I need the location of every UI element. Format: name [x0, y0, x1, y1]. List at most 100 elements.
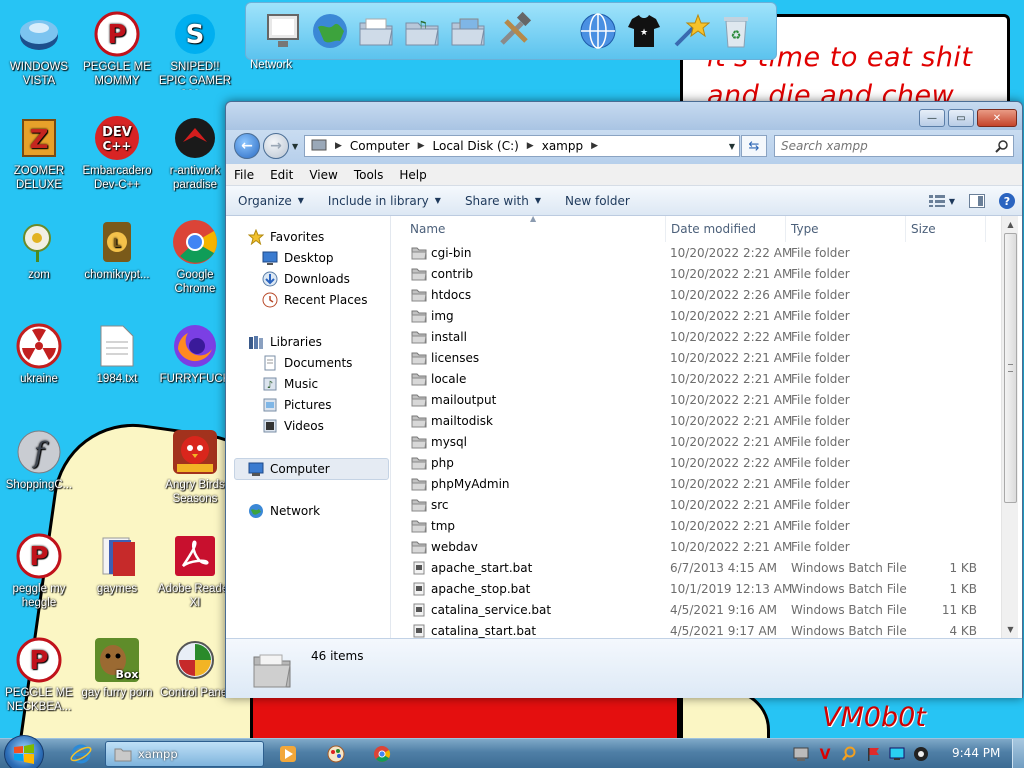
file-row[interactable]: cgi-bin 10/20/2022 2:22 AM File folder — [392, 243, 992, 264]
taskbar-chrome-button[interactable] — [366, 741, 398, 767]
file-row[interactable]: mailoutput 10/20/2022 2:21 AM File folder — [392, 390, 992, 411]
column-header-size[interactable]: Size — [906, 216, 986, 242]
menu-file[interactable]: File — [226, 168, 262, 182]
file-row[interactable]: htdocs 10/20/2022 2:26 AM File folder — [392, 285, 992, 306]
folder-pictures-icon[interactable] — [446, 7, 490, 55]
breadcrumb-computer[interactable]: Computer — [344, 139, 416, 153]
tray-flag[interactable] — [862, 741, 884, 767]
menu-tools[interactable]: Tools — [346, 168, 392, 182]
help-button[interactable]: ? — [992, 190, 1022, 212]
menu-edit[interactable]: Edit — [262, 168, 301, 182]
nav-computer[interactable]: Computer — [248, 459, 330, 479]
file-row[interactable]: contrib 10/20/2022 2:21 AM File folder — [392, 264, 992, 285]
file-row[interactable]: phpMyAdmin 10/20/2022 2:21 AM File folder — [392, 474, 992, 495]
desktop-icon-furry[interactable]: FURRYFUCK — [156, 322, 234, 386]
refresh-button[interactable]: ⇆ — [741, 135, 767, 157]
tshirt-icon[interactable]: ★ — [622, 7, 666, 55]
column-header-date[interactable]: Date modified — [666, 216, 786, 242]
file-row[interactable]: php 10/20/2022 2:22 AM File folder — [392, 453, 992, 474]
recycle-bin-icon[interactable]: ♻ — [714, 7, 758, 55]
tray-search[interactable] — [838, 741, 860, 767]
monitor-icon[interactable] — [262, 7, 306, 55]
desktop-icon-gay-furry[interactable]: Box gay furry porn — [78, 636, 156, 700]
organize-button[interactable]: Organize ▼ — [226, 194, 316, 208]
tools-icon[interactable] — [492, 7, 536, 55]
internet-icon[interactable] — [576, 7, 620, 55]
desktop-icon-shoppingc[interactable]: f ShoppingC... — [0, 428, 78, 492]
folder-music-icon[interactable]: ♫ — [400, 7, 444, 55]
nav-music[interactable]: ♪ Music — [262, 374, 318, 394]
file-row[interactable]: src 10/20/2022 2:21 AM File folder — [392, 495, 992, 516]
breadcrumb-separator[interactable]: ▶ — [525, 141, 536, 151]
folder-documents-icon[interactable] — [354, 7, 398, 55]
file-row[interactable]: webdav 10/20/2022 2:21 AM File folder — [392, 537, 992, 558]
search-box[interactable] — [774, 135, 1014, 157]
desktop-icon-control-panel[interactable]: Control Panel — [156, 636, 234, 700]
file-row[interactable]: mailtodisk 10/20/2022 2:21 AM File folder — [392, 411, 992, 432]
close-button[interactable]: ✕ — [977, 109, 1017, 127]
desktop-icon-gaymes[interactable]: gaymes — [78, 532, 156, 596]
file-row[interactable]: tmp 10/20/2022 2:21 AM File folder — [392, 516, 992, 537]
menu-view[interactable]: View — [301, 168, 345, 182]
breadcrumb-separator[interactable]: ▶ — [416, 141, 427, 151]
back-button[interactable]: ← — [234, 133, 260, 159]
nav-documents[interactable]: Documents — [262, 353, 352, 373]
desktop-icon-1984-txt[interactable]: 1984.txt — [78, 322, 156, 386]
search-icon[interactable] — [995, 139, 1009, 153]
nav-recent-places[interactable]: Recent Places — [262, 290, 367, 310]
tray-display[interactable] — [886, 741, 908, 767]
dock-network-label[interactable]: Network — [250, 59, 292, 71]
column-header-type[interactable]: Type — [786, 216, 906, 242]
preview-pane-button[interactable] — [962, 190, 992, 212]
desktop-icon-adobe-reader[interactable]: Adobe Reader XI — [156, 532, 234, 610]
new-folder-button[interactable]: New folder — [553, 194, 642, 208]
nav-downloads[interactable]: Downloads — [262, 269, 350, 289]
window-caption[interactable]: — ▭ ✕ — [226, 102, 1022, 130]
taskbar-ie-button[interactable] — [62, 741, 100, 767]
maximize-button[interactable]: ▭ — [948, 109, 974, 127]
star-wand-icon[interactable] — [668, 7, 712, 55]
file-row[interactable]: apache_stop.bat 10/1/2019 12:13 AM Windows… — [392, 579, 992, 600]
breadcrumb-local-disk[interactable]: Local Disk (C:) — [427, 139, 525, 153]
file-row[interactable]: licenses 10/20/2022 2:21 AM File folder — [392, 348, 992, 369]
desktop-icon-sniped[interactable]: S SNIPED!! EPIC GAMER 360... — [156, 10, 234, 90]
taskbar-media-button[interactable] — [272, 741, 304, 767]
vertical-scrollbar[interactable]: ▲ ▼ — [1001, 216, 1018, 638]
nav-libraries[interactable]: Libraries — [248, 332, 322, 352]
desktop-icon-dev-cpp[interactable]: DEV C++ Embarcadero Dev-C++ — [78, 114, 156, 192]
file-row[interactable]: locale 10/20/2022 2:21 AM File folder — [392, 369, 992, 390]
address-history-dropdown-icon[interactable]: ▼ — [729, 142, 735, 151]
share-with-button[interactable]: Share with ▼ — [453, 194, 553, 208]
scroll-up-arrow-icon[interactable]: ▲ — [1002, 216, 1019, 233]
desktop-icon-peggle-my-heggle[interactable]: P peggle my heggle — [0, 532, 78, 610]
desktop-icon-peggle-me-neckbea[interactable]: P PEGGLE ME NECKBEA... — [0, 636, 78, 714]
desktop-icon-google-chrome[interactable]: Google Chrome — [156, 218, 234, 296]
desktop-icon-ukraine[interactable]: ukraine — [0, 322, 78, 386]
desktop-icon-peggle-me-mommy[interactable]: P PEGGLE ME MOMMY — [78, 10, 156, 88]
file-row[interactable]: catalina_service.bat 4/5/2021 9:16 AM Wind… — [392, 600, 992, 621]
nav-pictures[interactable]: Pictures — [262, 395, 332, 415]
file-row[interactable]: catalina_start.bat 4/5/2021 9:17 AM Window… — [392, 621, 992, 638]
include-in-library-button[interactable]: Include in library ▼ — [316, 194, 453, 208]
desktop-icon-zom[interactable]: zom — [0, 218, 78, 282]
tray-antivirus[interactable]: V — [814, 741, 836, 767]
nav-desktop[interactable]: Desktop — [262, 248, 334, 268]
minimize-button[interactable]: — — [919, 109, 945, 127]
forward-button[interactable]: → — [263, 133, 289, 159]
scrollbar-thumb[interactable] — [1004, 233, 1017, 503]
taskbar-paint-button[interactable] — [320, 741, 352, 767]
file-row[interactable]: img 10/20/2022 2:21 AM File folder — [392, 306, 992, 327]
search-input[interactable] — [781, 139, 991, 153]
breadcrumb-separator[interactable]: ▶ — [333, 141, 344, 151]
clock[interactable]: 9:44 PM — [952, 746, 1000, 760]
menu-help[interactable]: Help — [391, 168, 434, 182]
desktop-icon-windows-vista[interactable]: WINDOWS VISTA — [0, 10, 78, 88]
desktop-icon-r-antiwork[interactable]: r-antiwork paradise — [156, 114, 234, 192]
scroll-down-arrow-icon[interactable]: ▼ — [1002, 621, 1019, 638]
desktop-icon-zoomer-deluxe[interactable]: Z ZOOMER DELUXE — [0, 114, 78, 192]
file-row[interactable]: apache_start.bat 6/7/2013 4:15 AM Windows … — [392, 558, 992, 579]
globe-icon[interactable] — [308, 7, 352, 55]
file-row[interactable]: install 10/20/2022 2:22 AM File folder — [392, 327, 992, 348]
taskbar-explorer-button[interactable]: xampp — [105, 741, 264, 767]
column-header-name[interactable]: Name ▲ — [392, 216, 666, 242]
